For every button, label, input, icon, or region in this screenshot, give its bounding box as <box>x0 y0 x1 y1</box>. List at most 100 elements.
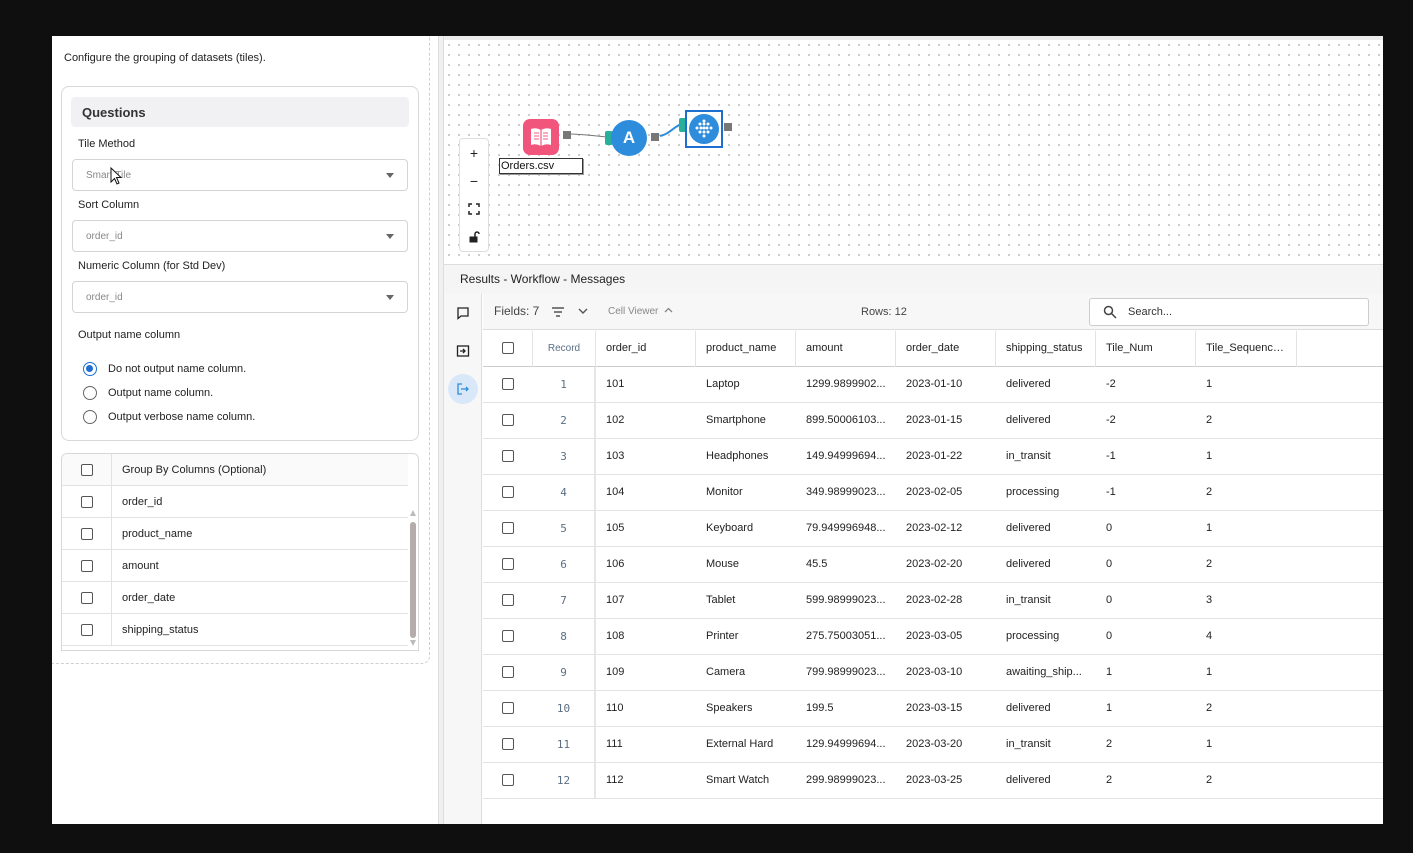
order-id-cell[interactable]: 108 <box>596 619 696 655</box>
input-results-button[interactable] <box>448 336 478 366</box>
order-date-cell[interactable]: 2023-01-15 <box>896 403 996 439</box>
column-header-record[interactable]: Record <box>533 331 596 367</box>
output-anchor[interactable] <box>563 131 571 139</box>
shipping-status-cell[interactable]: processing <box>996 619 1096 655</box>
radio-button[interactable] <box>83 386 97 400</box>
row-checkbox[interactable] <box>502 558 514 570</box>
row-checkbox[interactable] <box>502 486 514 498</box>
order-id-cell[interactable]: 105 <box>596 511 696 547</box>
select-all-checkbox[interactable] <box>502 342 514 354</box>
order-date-cell[interactable]: 2023-03-20 <box>896 727 996 763</box>
tile-sequence-cell[interactable]: 1 <box>1196 511 1297 547</box>
table-row[interactable]: 8 108 Printer 275.75003051... 2023-03-05 proc… <box>483 619 1383 655</box>
row-checkbox[interactable] <box>502 702 514 714</box>
tile-sequence-cell[interactable]: 2 <box>1196 763 1297 799</box>
shipping-status-cell[interactable]: in_transit <box>996 583 1096 619</box>
radio-button[interactable] <box>83 362 97 376</box>
table-row[interactable]: 4 104 Monitor 349.98999023... 2023-02-05 proc… <box>483 475 1383 511</box>
shipping-status-cell[interactable]: processing <box>996 475 1096 511</box>
lock-button[interactable] <box>460 223 488 251</box>
tile-sequence-cell[interactable]: 2 <box>1196 403 1297 439</box>
record-cell[interactable]: 5 <box>533 511 596 547</box>
sort-column-select[interactable]: order_id <box>72 220 408 252</box>
cell-viewer-toggle[interactable]: Cell Viewer <box>608 306 673 317</box>
tile-num-cell[interactable]: 1 <box>1096 655 1196 691</box>
tile-num-cell[interactable]: 1 <box>1096 691 1196 727</box>
tile-num-cell[interactable]: -2 <box>1096 367 1196 403</box>
output-anchor[interactable] <box>724 123 732 131</box>
amount-cell[interactable]: 799.98999023... <box>796 655 896 691</box>
amount-cell[interactable]: 79.949996948... <box>796 511 896 547</box>
scrollbar[interactable] <box>410 510 416 646</box>
table-row[interactable]: 7 107 Tablet 599.98999023... 2023-02-28 in_tr… <box>483 583 1383 619</box>
order-id-cell[interactable]: 102 <box>596 403 696 439</box>
row-checkbox[interactable] <box>502 522 514 534</box>
shipping-status-cell[interactable]: delivered <box>996 547 1096 583</box>
tile-sequence-cell[interactable]: 1 <box>1196 727 1297 763</box>
group-by-row[interactable]: amount <box>62 550 408 582</box>
column-header-tile-num[interactable]: Tile_Num <box>1096 331 1196 367</box>
messages-button[interactable] <box>448 298 478 328</box>
product-name-cell[interactable]: Camera <box>696 655 796 691</box>
scrollbar-thumb[interactable] <box>410 522 416 638</box>
order-date-cell[interactable]: 2023-02-12 <box>896 511 996 547</box>
record-cell[interactable]: 2 <box>533 403 596 439</box>
select-tool-node[interactable]: A <box>611 120 647 156</box>
numeric-column-select[interactable]: order_id <box>72 281 408 313</box>
product-name-cell[interactable]: Headphones <box>696 439 796 475</box>
radio-output-verbose-name[interactable]: Output verbose name column. <box>83 410 255 424</box>
row-checkbox[interactable] <box>502 450 514 462</box>
order-date-cell[interactable]: 2023-03-15 <box>896 691 996 727</box>
tile-num-cell[interactable]: 2 <box>1096 763 1196 799</box>
product-name-cell[interactable]: Mouse <box>696 547 796 583</box>
column-checkbox[interactable] <box>81 560 93 572</box>
column-checkbox[interactable] <box>81 528 93 540</box>
amount-cell[interactable]: 899.50006103... <box>796 403 896 439</box>
tile-num-cell[interactable]: 0 <box>1096 619 1196 655</box>
product-name-cell[interactable]: Smartphone <box>696 403 796 439</box>
record-cell[interactable]: 11 <box>533 727 596 763</box>
shipping-status-cell[interactable]: delivered <box>996 511 1096 547</box>
tile-num-cell[interactable]: 0 <box>1096 583 1196 619</box>
scroll-up-arrow-icon[interactable] <box>410 510 416 516</box>
table-row[interactable]: 12 112 Smart Watch 299.98999023... 2023-03-2… <box>483 763 1383 799</box>
record-cell[interactable]: 6 <box>533 547 596 583</box>
record-cell[interactable]: 7 <box>533 583 596 619</box>
filter-lines-icon[interactable] <box>551 306 565 318</box>
amount-cell[interactable]: 599.98999023... <box>796 583 896 619</box>
tile-sequence-cell[interactable]: 2 <box>1196 475 1297 511</box>
table-row[interactable]: 3 103 Headphones 149.94999694... 2023-01-22 i… <box>483 439 1383 475</box>
row-checkbox[interactable] <box>502 378 514 390</box>
record-cell[interactable]: 4 <box>533 475 596 511</box>
product-name-cell[interactable]: Tablet <box>696 583 796 619</box>
order-date-cell[interactable]: 2023-02-20 <box>896 547 996 583</box>
row-checkbox[interactable] <box>502 414 514 426</box>
table-row[interactable]: 11 111 External Hard 129.94999694... 2023-03… <box>483 727 1383 763</box>
column-checkbox[interactable] <box>81 592 93 604</box>
amount-cell[interactable]: 299.98999023... <box>796 763 896 799</box>
tile-sequence-cell[interactable]: 2 <box>1196 691 1297 727</box>
radio-button[interactable] <box>83 410 97 424</box>
tile-num-cell[interactable]: -2 <box>1096 403 1196 439</box>
product-name-cell[interactable]: Speakers <box>696 691 796 727</box>
record-cell[interactable]: 10 <box>533 691 596 727</box>
workflow-canvas[interactable]: + − Orders.csv A <box>444 36 1383 264</box>
column-header-shipping-status[interactable]: shipping_status <box>996 331 1096 367</box>
product-name-cell[interactable]: Smart Watch <box>696 763 796 799</box>
order-date-cell[interactable]: 2023-03-05 <box>896 619 996 655</box>
tile-sequence-cell[interactable]: 1 <box>1196 655 1297 691</box>
order-id-cell[interactable]: 109 <box>596 655 696 691</box>
group-by-row[interactable]: shipping_status <box>62 614 408 646</box>
radio-output-name[interactable]: Output name column. <box>83 386 213 400</box>
table-row[interactable]: 5 105 Keyboard 79.949996948... 2023-02-12 del… <box>483 511 1383 547</box>
row-checkbox[interactable] <box>502 594 514 606</box>
column-header-tile-sequence[interactable]: Tile_Sequence... <box>1196 331 1297 367</box>
table-row[interactable]: 6 106 Mouse 45.5 2023-02-20 delivered 0 2 <box>483 547 1383 583</box>
row-checkbox[interactable] <box>502 774 514 786</box>
shipping-status-cell[interactable]: delivered <box>996 367 1096 403</box>
column-header-product-name[interactable]: product_name <box>696 331 796 367</box>
chevron-down-icon[interactable] <box>578 307 588 315</box>
amount-cell[interactable]: 129.94999694... <box>796 727 896 763</box>
table-row[interactable]: 10 110 Speakers 199.5 2023-03-15 delivered 1 2 <box>483 691 1383 727</box>
table-row[interactable]: 9 109 Camera 799.98999023... 2023-03-10 await… <box>483 655 1383 691</box>
